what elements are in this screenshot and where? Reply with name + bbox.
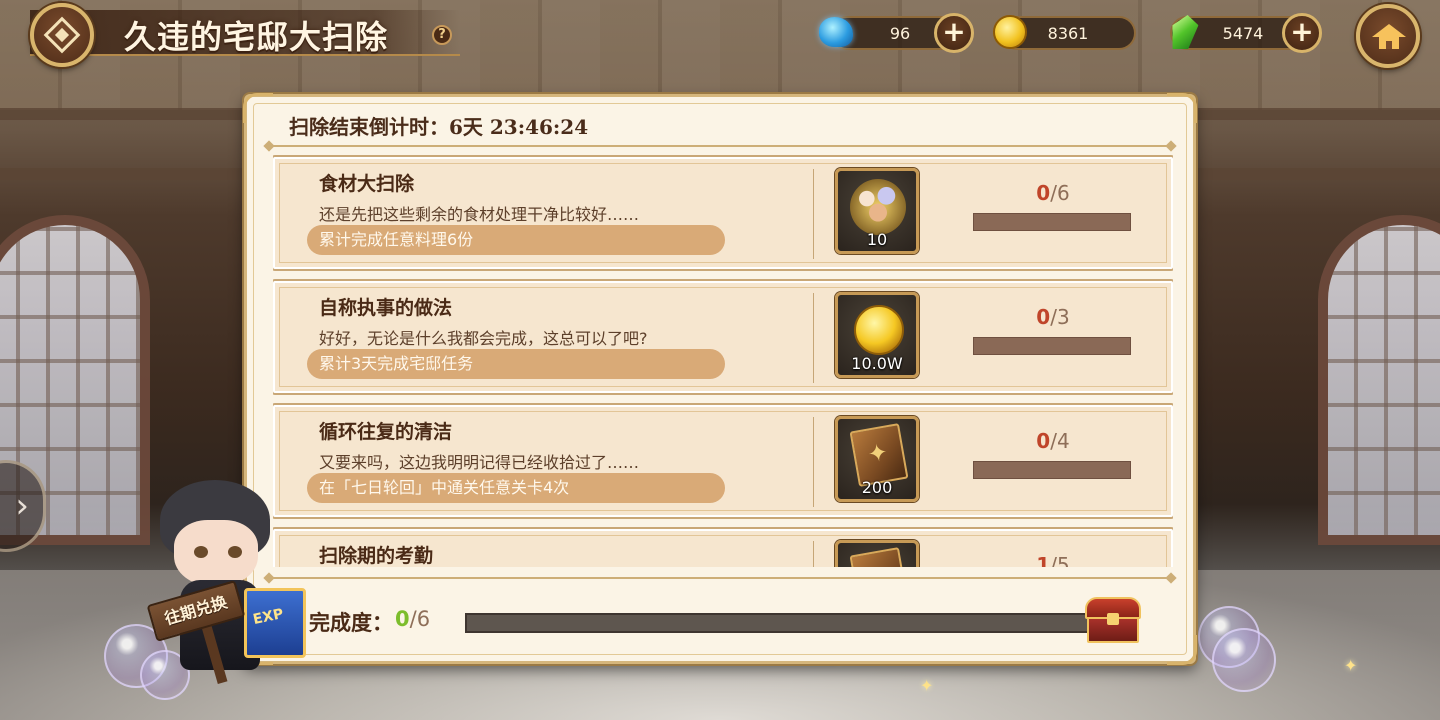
character-pack-icon — [850, 179, 906, 235]
gold-coin-icon — [990, 12, 1030, 52]
task-reward[interactable]: 10.0W — [835, 292, 919, 378]
add-gem-button[interactable]: + — [1282, 13, 1322, 53]
back-diamond-icon — [43, 16, 81, 54]
butler-character[interactable]: EXP — [150, 480, 320, 680]
progress-total: /5 — [1050, 553, 1070, 567]
task-separator — [813, 417, 814, 507]
sparkle-icon: ✦ — [1344, 656, 1358, 675]
task-description: 还是先把这些剩余的食材处理干净比较好…… — [319, 205, 640, 224]
completion-current: 0 — [395, 607, 410, 631]
task-requirement: 累计完成任意料理6份 — [307, 225, 725, 255]
task-separator — [813, 541, 814, 567]
exp-box-icon: EXP — [244, 588, 306, 658]
progress-current: 0 — [1036, 305, 1051, 329]
progress-total: /3 — [1050, 305, 1070, 329]
home-button[interactable] — [1356, 4, 1420, 68]
fish-currency-value: 96 — [889, 23, 911, 43]
character-eye — [194, 546, 208, 558]
progress-current: 1 — [1036, 553, 1051, 567]
cleanup-task-panel: 扫除结束倒计时：6天 23:46:24 食材大扫除 还是先把这些剩余的食材处理干… — [243, 93, 1197, 665]
completion-progress-bar — [465, 613, 1105, 633]
reward-count: 10.0W — [851, 354, 903, 373]
home-icon — [1372, 24, 1406, 49]
page-title: 久违的宅邸大扫除 — [124, 18, 389, 56]
green-gem-icon — [1164, 12, 1204, 52]
arched-window-right — [1318, 215, 1440, 545]
task-separator — [813, 169, 814, 259]
gem-value: 5474 — [1222, 23, 1264, 43]
task-progress-bar — [973, 461, 1131, 479]
task-progress-text: 0/3 — [973, 305, 1133, 329]
top-divider — [269, 145, 1171, 147]
task-row[interactable]: 循环往复的清洁 又要来吗，这边我明明记得已经收拾过了…… 在「七日轮回」中通关任… — [273, 405, 1173, 517]
task-description: 好好，无论是什么我都会完成，这总可以了吧? — [319, 329, 648, 348]
gold-coin-icon — [854, 305, 904, 355]
task-progress-text: 0/6 — [973, 181, 1133, 205]
chevron-right-icon: › — [15, 486, 29, 526]
panel-corner-ornament — [243, 93, 273, 123]
task-list[interactable]: 食材大扫除 还是先把这些剩余的食材处理干净比较好…… 累计完成任意料理6份 10… — [273, 153, 1173, 567]
reward-count: 10 — [866, 230, 888, 249]
sparkle-icon: ✦ — [920, 676, 934, 695]
completion-total: /6 — [409, 607, 431, 631]
task-reward[interactable]: 200 — [835, 416, 919, 502]
progress-current: 0 — [1036, 181, 1051, 205]
task-row[interactable]: 自称执事的做法 好好，无论是什么我都会完成，这总可以了吧? 累计3天完成宅邸任务… — [273, 281, 1173, 393]
fish-currency-icon — [816, 12, 856, 52]
task-separator — [813, 293, 814, 383]
progress-current: 0 — [1036, 429, 1051, 453]
task-title: 扫除期的考勤 — [319, 545, 434, 567]
task-progress-text: 0/4 — [973, 429, 1133, 453]
task-title: 循环往复的清洁 — [319, 421, 453, 443]
treasure-chest-icon[interactable] — [1085, 597, 1141, 645]
task-progress-text: 1/5 — [973, 553, 1133, 567]
gold-value: 8361 — [1047, 23, 1089, 43]
bottom-divider — [269, 577, 1171, 579]
panel-corner-ornament — [1167, 635, 1197, 665]
task-row[interactable]: 扫除期的考勤 1/5 — [273, 529, 1173, 567]
add-fish-currency-button[interactable]: + — [934, 13, 974, 53]
event-countdown: 扫除结束倒计时：6天 23:46:24 — [289, 115, 589, 139]
completion-label: 完成度： — [309, 610, 393, 635]
task-requirement: 在「七日轮回」中通关任意关卡4次 — [307, 473, 725, 503]
task-row[interactable]: 食材大扫除 还是先把这些剩余的食材处理干净比较好…… 累计完成任意料理6份 10… — [273, 157, 1173, 269]
task-title: 食材大扫除 — [319, 173, 415, 195]
character-face — [174, 520, 258, 586]
task-description: 又要来吗，这边我明明记得已经收拾过了…… — [319, 453, 640, 472]
progress-total: /6 — [1050, 181, 1070, 205]
task-reward[interactable] — [835, 540, 919, 567]
reward-count: 200 — [861, 478, 893, 497]
progress-total: /4 — [1050, 429, 1070, 453]
task-progress-bar — [973, 337, 1131, 355]
task-progress-bar — [973, 213, 1131, 231]
reward-icon — [849, 547, 909, 567]
help-icon[interactable]: ? — [432, 25, 452, 45]
task-requirement: 累计3天完成宅邸任务 — [307, 349, 725, 379]
bubble-decoration — [1212, 628, 1276, 692]
task-title: 自称执事的做法 — [319, 297, 453, 319]
top-bar: 久违的宅邸大扫除 ? 96 + 8361 5474 + — [0, 0, 1440, 68]
completion-value: 0/6 — [395, 607, 430, 631]
panel-corner-ornament — [1167, 93, 1197, 123]
task-reward[interactable]: 10 — [835, 168, 919, 254]
character-eye — [228, 546, 242, 558]
back-button[interactable] — [30, 3, 94, 67]
